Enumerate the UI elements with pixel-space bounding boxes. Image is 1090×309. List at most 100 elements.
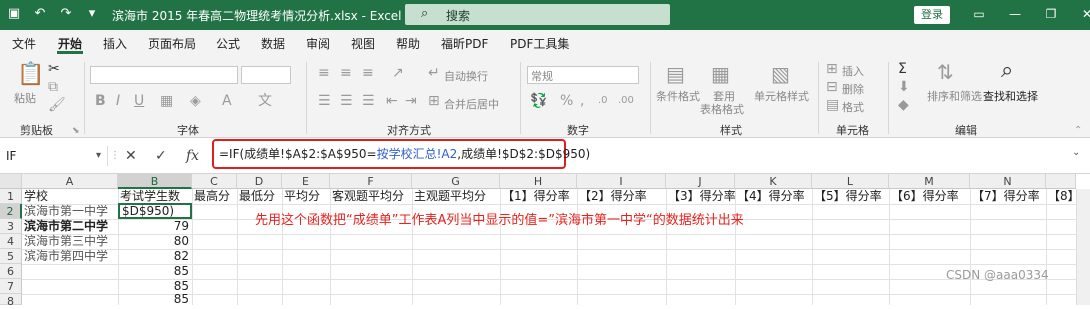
cell-a4[interactable]: 滨海市第三中学 — [22, 234, 108, 249]
name-box[interactable]: IF — [0, 146, 108, 166]
percent-icon[interactable]: % — [560, 94, 573, 108]
cell-k1[interactable]: 【4】得分率 — [735, 189, 805, 204]
cell-styles-label[interactable]: 单元格样式 — [754, 88, 809, 104]
merge-center-icon[interactable]: ⊞ — [428, 94, 440, 108]
name-box-dropdown-icon[interactable]: ▾ — [96, 146, 101, 166]
column-header-n[interactable]: N — [970, 174, 1046, 189]
paste-icon[interactable]: 📋 — [17, 64, 44, 86]
worksheet-grid[interactable]: A B C D E F G H I J K L M N 1 2 3 4 5 6 … — [0, 174, 1090, 308]
column-header-c[interactable]: C — [192, 174, 237, 189]
format-cells-icon[interactable]: ▤ — [826, 98, 839, 112]
font-color-icon[interactable]: A — [222, 94, 232, 108]
cell-c1[interactable]: 最高分 — [192, 189, 230, 204]
row-header-2[interactable]: 2 — [0, 204, 22, 219]
cell-b4[interactable]: 80 — [118, 234, 192, 249]
tab-view[interactable]: 视图 — [351, 35, 375, 52]
cancel-icon[interactable]: ✕ — [125, 146, 137, 166]
tab-file[interactable]: 文件 — [12, 35, 36, 52]
cell-a1[interactable]: 学校 — [22, 189, 48, 204]
expand-formula-bar-icon[interactable]: ⌄ — [1072, 147, 1080, 158]
borders-icon[interactable]: ▦ — [160, 94, 173, 108]
tab-data[interactable]: 数据 — [261, 35, 285, 52]
phonetic-icon[interactable]: 文 — [258, 94, 272, 108]
cell-n1[interactable]: 【7】得分率 — [970, 189, 1040, 204]
wrap-text-label[interactable]: 自动换行 — [444, 68, 488, 84]
tab-insert[interactable]: 插入 — [103, 35, 127, 52]
cell-styles-icon[interactable]: ▧ — [771, 64, 790, 84]
cell-a3[interactable]: 滨海市第二中学 — [22, 219, 108, 234]
tab-review[interactable]: 审阅 — [306, 35, 330, 52]
formula-input[interactable]: =IF(成绩单!$A$2:$A$950=按学校汇总!A2,成绩单!$D$2:$D… — [212, 139, 590, 169]
cell-b3[interactable]: 79 — [118, 219, 192, 234]
format-as-table-icon[interactable]: ▦ — [711, 64, 730, 84]
tab-formulas[interactable]: 公式 — [216, 35, 240, 52]
format-painter-icon[interactable]: 🖌 — [48, 98, 66, 112]
font-size-combo[interactable] — [241, 66, 291, 84]
fill-color-icon[interactable]: ◈ — [190, 94, 201, 108]
cell-e1[interactable]: 平均分 — [282, 189, 320, 204]
column-header-o[interactable] — [1046, 174, 1076, 189]
align-left-icon[interactable]: ☰ — [318, 94, 331, 108]
align-center-icon[interactable]: ☰ — [340, 94, 353, 108]
underline-icon[interactable]: U — [134, 94, 144, 108]
cell-i1[interactable]: 【2】得分率 — [577, 189, 647, 204]
row-header-1[interactable]: 1 — [0, 189, 22, 204]
insert-cells-icon[interactable]: ⊞ — [826, 62, 838, 76]
align-bottom-icon[interactable]: ≡ — [362, 66, 374, 80]
row-header-4[interactable]: 4 — [0, 234, 22, 249]
customize-qat-icon[interactable]: ▾ — [84, 6, 100, 22]
column-header-e[interactable]: E — [282, 174, 330, 189]
row-header-5[interactable]: 5 — [0, 249, 22, 264]
column-header-f[interactable]: F — [330, 174, 412, 189]
clear-icon[interactable]: ◆ — [898, 98, 909, 112]
indent-increase-icon[interactable]: ⇥ — [405, 94, 417, 108]
tab-pdf-tools[interactable]: PDF工具集 — [510, 35, 569, 52]
format-as-table-label-2[interactable]: 表格格式 — [700, 101, 744, 117]
font-name-combo[interactable] — [90, 66, 238, 84]
currency-icon[interactable]: 💱 — [530, 94, 547, 108]
cell-o1[interactable]: 【8】 — [1046, 189, 1080, 204]
tab-foxit-pdf[interactable]: 福昕PDF — [441, 35, 488, 52]
cell-m1[interactable]: 【6】得分率 — [889, 189, 959, 204]
search-box[interactable]: ⌕ 搜索 — [405, 4, 670, 25]
decrease-decimal-icon[interactable]: .00 — [618, 94, 634, 108]
undo-icon[interactable]: ↶ — [32, 6, 48, 22]
cell-f1[interactable]: 客观题平均分 — [330, 189, 404, 204]
align-top-icon[interactable]: ≡ — [318, 66, 330, 80]
autosum-icon[interactable]: Σ — [898, 62, 907, 76]
cell-b6[interactable]: 85 — [118, 264, 192, 279]
cell-a5[interactable]: 滨海市第四中学 — [22, 249, 108, 264]
row-header-3[interactable]: 3 — [0, 219, 22, 234]
find-select-icon[interactable]: ⌕ — [1001, 60, 1013, 82]
column-header-l[interactable]: L — [812, 174, 889, 189]
enter-icon[interactable]: ✓ — [155, 146, 167, 166]
cell-b5[interactable]: 82 — [118, 249, 192, 264]
insert-cells-label[interactable]: 插入 — [842, 63, 864, 79]
cell-l1[interactable]: 【5】得分率 — [812, 189, 882, 204]
cell-h1[interactable]: 【1】得分率 — [500, 189, 570, 204]
clipboard-launcher-icon[interactable]: ⬊ — [72, 124, 80, 138]
cell-d1[interactable]: 最低分 — [237, 189, 275, 204]
cell-g1[interactable]: 主观题平均分 — [412, 189, 486, 204]
align-right-icon[interactable]: ☰ — [362, 94, 375, 108]
formula-bar-grip-icon[interactable]: ⋮ — [110, 146, 120, 166]
copy-icon[interactable]: ⧉ — [48, 80, 58, 94]
column-header-h[interactable]: H — [500, 174, 577, 189]
sort-filter-label[interactable]: 排序和筛选 — [927, 88, 982, 104]
fill-icon[interactable]: ⬇ — [898, 80, 910, 94]
login-button[interactable]: 登录 — [914, 6, 950, 24]
cell-a2[interactable]: 滨海市第一中学 — [22, 204, 108, 219]
cell-b1[interactable]: 考试学生数 — [118, 189, 180, 204]
delete-cells-icon[interactable]: ⊟ — [826, 80, 838, 94]
conditional-format-label[interactable]: 条件格式 — [656, 88, 700, 104]
wrap-text-icon[interactable]: ↵ — [428, 66, 440, 80]
italic-icon[interactable]: I — [116, 94, 120, 108]
tab-home[interactable]: 开始 — [58, 35, 82, 52]
minimize-icon[interactable]: — — [1008, 6, 1022, 22]
align-middle-icon[interactable]: ≡ — [340, 66, 352, 80]
column-header-b[interactable]: B — [118, 174, 192, 189]
insert-function-icon[interactable]: fx — [186, 146, 199, 166]
save-icon[interactable]: ▣ — [6, 6, 22, 22]
close-icon[interactable]: ✕ — [1080, 6, 1090, 22]
sort-filter-icon[interactable]: ⇅ — [937, 62, 954, 82]
